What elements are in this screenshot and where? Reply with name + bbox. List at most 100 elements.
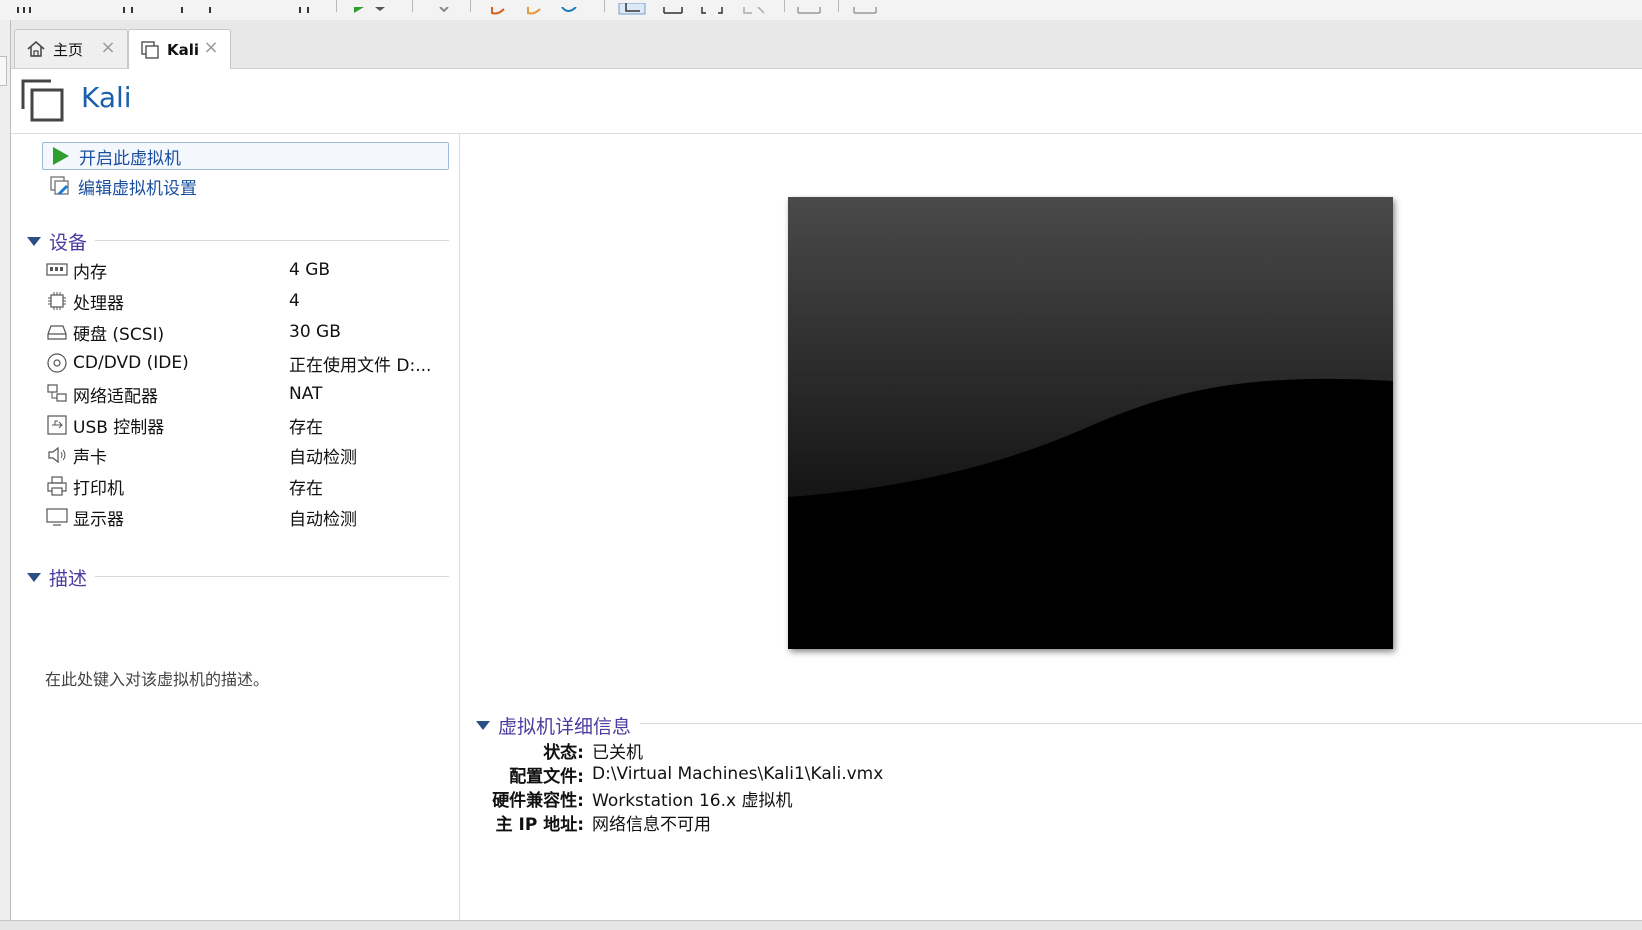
device-value: 4 GB [289,260,331,280]
device-value: 30 GB [289,322,341,342]
cd-dvd-icon [45,351,69,375]
detail-value: 网络信息不可用 [592,814,711,835]
tab-bar: 主页 × Kali × [11,20,1642,69]
details-section-title: 虚拟机详细信息 [498,716,632,738]
detail-row-config-file: 配置文件: D:\Virtual Machines\Kali1\Kali.vmx [460,762,1360,787]
device-name: USB 控制器 [73,417,165,438]
monitor-icon [45,505,69,529]
console-view-icon[interactable] [662,0,684,14]
snapshot-manager-icon[interactable] [560,0,578,12]
library-view-icon[interactable] [618,0,646,15]
device-row-sound[interactable]: 声卡 自动检测 [45,440,445,470]
device-value: 4 [289,291,300,311]
tab-kali[interactable]: Kali × [128,29,231,69]
speaker-icon [45,443,69,467]
play-icon [49,144,73,168]
detail-row-status: 状态: 已关机 [460,738,1360,763]
revert-snapshot-icon[interactable] [526,0,544,15]
toolbar-menu-fragment[interactable] [296,0,316,13]
devices-section-title: 设备 [49,232,88,254]
sidebar-edge-tab[interactable] [0,56,7,86]
device-name: 处理器 [73,293,124,314]
edit-settings-button[interactable]: 编辑虚拟机设置 [42,172,449,200]
close-icon[interactable]: × [202,39,220,57]
device-value: 自动检测 [289,509,357,530]
toolbar-separator [784,0,785,12]
device-name: 显示器 [73,509,124,530]
fullscreen-icon[interactable] [700,0,724,14]
device-row-hard-disk[interactable]: 硬盘 (SCSI) 30 GB [45,317,445,347]
toolbar-separator [838,0,839,12]
suspend-icon[interactable] [436,0,452,13]
device-value: 正在使用文件 D:... [289,355,432,376]
vm-icon [21,79,65,127]
divider [640,723,1642,724]
divider [95,576,449,577]
devices-section-toggle[interactable]: 设备 [27,228,87,255]
device-name: 网络适配器 [73,386,158,407]
power-on-button[interactable]: 开启此虚拟机 [42,142,449,170]
device-row-network-adapter[interactable]: 网络适配器 NAT [45,379,445,409]
network-adapter-icon [45,382,69,406]
vm-info-panel: 开启此虚拟机 编辑虚拟机设置 设备 内存 4 GB 处理器 4 硬盘 (SCSI… [11,134,460,920]
toolbar-menu-fragment[interactable] [180,0,240,13]
tab-home[interactable]: 主页 × [14,29,128,68]
device-name: 声卡 [73,447,107,468]
tab-label: Kali [167,40,200,59]
stretch-icon[interactable] [852,0,878,14]
toolbar-separator [412,0,413,12]
device-value: NAT [289,384,323,404]
detail-key: 配置文件: [509,766,584,787]
vm-summary-page: Kali 开启此虚拟机 编辑虚拟机设置 设备 内存 4 GB 处理器 4 硬盘 … [11,69,1642,920]
toolbar-menu-fragment[interactable] [120,0,140,13]
device-name: 硬盘 (SCSI) [73,324,165,345]
console-icon[interactable] [796,0,822,14]
unity-icon[interactable] [742,0,766,14]
vm-icon [139,39,161,61]
edit-settings-icon [48,174,72,198]
vm-header: Kali [11,69,1642,134]
detail-key: 状态: [543,742,584,763]
device-row-memory[interactable]: 内存 4 GB [45,255,445,285]
detail-value: 已关机 [592,742,643,763]
dropdown-icon[interactable] [374,0,386,11]
toolbar-separator [470,0,471,12]
tab-label: 主页 [53,40,84,59]
divider [95,240,449,241]
collapse-icon [476,721,490,730]
device-value: 自动检测 [289,447,357,468]
collapse-icon [27,573,41,582]
description-section-title: 描述 [49,568,88,590]
vm-screen-graphic [788,197,1393,649]
play-icon[interactable] [352,0,370,13]
device-name: 打印机 [73,478,124,499]
description-placeholder[interactable]: 在此处键入对该虚拟机的描述。 [45,666,269,690]
detail-value: Workstation 16.x 虚拟机 [592,790,793,811]
details-section-toggle[interactable]: 虚拟机详细信息 [476,712,631,739]
collapse-icon [27,237,41,246]
device-name: 内存 [73,262,107,283]
device-row-usb[interactable]: USB 控制器 存在 [45,410,445,440]
toolbar [0,0,1642,21]
vm-screen-thumbnail[interactable] [788,197,1393,649]
device-row-display[interactable]: 显示器 自动检测 [45,502,445,532]
vm-preview-panel: 虚拟机详细信息 状态: 已关机 配置文件: D:\Virtual Machine… [460,134,1642,920]
device-row-cd-dvd[interactable]: CD/DVD (IDE) 正在使用文件 D:... [45,348,445,378]
snapshot-icon[interactable] [490,0,508,15]
vm-title: Kali [81,81,132,114]
detail-key: 硬件兼容性: [492,790,584,811]
device-row-printer[interactable]: 打印机 存在 [45,471,445,501]
toolbar-menu-fragment[interactable] [16,0,36,13]
device-row-processor[interactable]: 处理器 4 [45,286,445,316]
toolbar-separator [336,0,337,12]
detail-row-ip-address: 主 IP 地址: 网络信息不可用 [460,810,1360,835]
sidebar-edge [0,20,11,929]
device-value: 存在 [289,478,323,499]
close-icon[interactable]: × [99,39,117,57]
detail-row-hardware-compat: 硬件兼容性: Workstation 16.x 虚拟机 [460,786,1360,811]
description-section-toggle[interactable]: 描述 [27,564,87,591]
device-name: CD/DVD (IDE) [73,353,189,373]
detail-key: 主 IP 地址: [495,814,584,835]
toolbar-separator [604,0,605,12]
memory-icon [45,258,69,282]
